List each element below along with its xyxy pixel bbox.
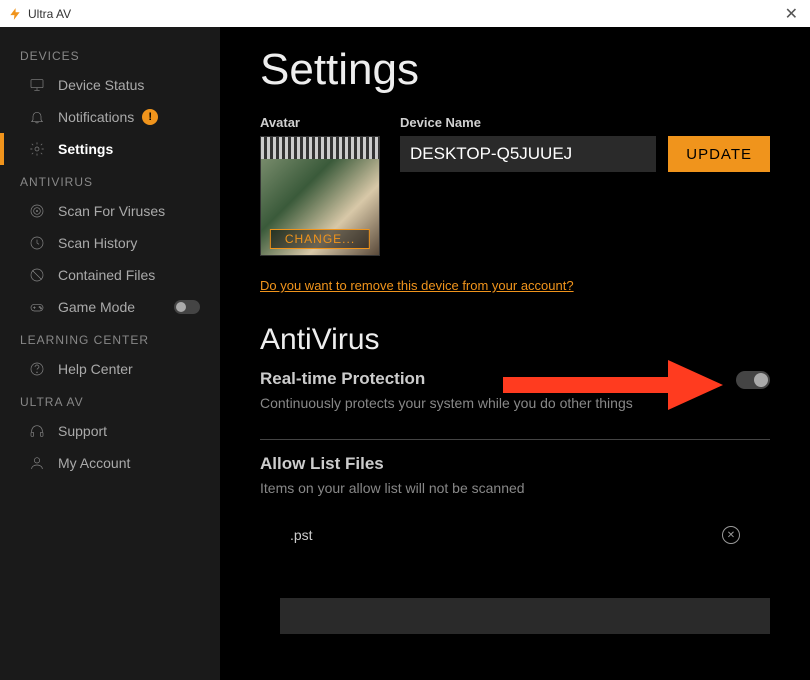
- sidebar-section-label: ANTIVIRUS: [0, 165, 220, 195]
- sidebar-item-device-status[interactable]: Device Status: [0, 69, 220, 101]
- sidebar-item-label: Scan For Viruses: [58, 203, 165, 219]
- device-name-label: Device Name: [400, 115, 770, 130]
- sidebar-item-label: Settings: [58, 141, 113, 157]
- sidebar-item-label: Game Mode: [58, 299, 135, 315]
- app-logo-icon: [8, 7, 22, 21]
- monitor-icon: [28, 76, 46, 94]
- sidebar-section-label: ULTRA AV: [0, 385, 220, 415]
- sidebar-section-label: LEARNING CENTER: [0, 323, 220, 353]
- realtime-toggle[interactable]: [736, 371, 770, 389]
- gamepad-icon: [28, 298, 46, 316]
- sidebar-item-label: Contained Files: [58, 267, 155, 283]
- sidebar: DEVICES Device Status Notifications! Settin…: [0, 27, 220, 680]
- page-title: Settings: [260, 45, 770, 95]
- avatar-column: Avatar CHANGE...: [260, 115, 380, 256]
- user-icon: [28, 454, 46, 472]
- sidebar-item-game-mode[interactable]: Game Mode: [0, 291, 220, 323]
- gear-icon: [28, 140, 46, 158]
- sidebar-item-label: Support: [58, 423, 107, 439]
- antivirus-heading: AntiVirus: [260, 323, 770, 357]
- sidebar-item-label: Scan History: [58, 235, 137, 251]
- allowlist-desc: Items on your allow list will not be sca…: [260, 480, 770, 496]
- sidebar-item-label: Device Status: [58, 77, 144, 93]
- sidebar-item-scan-for-viruses[interactable]: Scan For Viruses: [0, 195, 220, 227]
- remove-allowlist-item-button[interactable]: ✕: [722, 526, 740, 544]
- sidebar-item-label: Notifications: [58, 109, 134, 125]
- window-title: Ultra AV: [28, 7, 781, 21]
- sidebar-item-scan-history[interactable]: Scan History: [0, 227, 220, 259]
- headset-icon: [28, 422, 46, 440]
- sidebar-item-support[interactable]: Support: [0, 415, 220, 447]
- device-name-input[interactable]: [400, 136, 656, 172]
- avatar-image: CHANGE...: [260, 136, 380, 256]
- block-icon: [28, 266, 46, 284]
- help-icon: [28, 360, 46, 378]
- sidebar-item-settings[interactable]: Settings: [0, 133, 220, 165]
- bell-icon: [28, 108, 46, 126]
- allowlist-title: Allow List Files: [260, 454, 770, 474]
- titlebar: Ultra AV ✕: [0, 0, 810, 27]
- sidebar-item-label: My Account: [58, 455, 130, 471]
- alert-badge-icon: !: [142, 109, 158, 125]
- sidebar-section-label: DEVICES: [0, 39, 220, 69]
- sidebar-item-help-center[interactable]: Help Center: [0, 353, 220, 385]
- allowlist-item: .pst ✕: [260, 512, 770, 558]
- change-avatar-button[interactable]: CHANGE...: [270, 229, 370, 249]
- realtime-title: Real-time Protection: [260, 369, 770, 389]
- main-content: Settings Avatar CHANGE... Device Name UP…: [220, 27, 810, 680]
- allowlist-add-input[interactable]: [280, 598, 770, 634]
- sidebar-item-my-account[interactable]: My Account: [0, 447, 220, 479]
- game-mode-toggle[interactable]: [174, 300, 200, 314]
- sidebar-item-contained-files[interactable]: Contained Files: [0, 259, 220, 291]
- realtime-desc: Continuously protects your system while …: [260, 395, 770, 411]
- update-button[interactable]: UPDATE: [668, 136, 770, 172]
- close-button[interactable]: ✕: [781, 4, 802, 24]
- remove-device-link[interactable]: Do you want to remove this device from y…: [260, 278, 574, 293]
- device-name-column: Device Name UPDATE: [400, 115, 770, 256]
- target-icon: [28, 202, 46, 220]
- realtime-protection-block: Real-time Protection Continuously protec…: [260, 369, 770, 440]
- allowlist-item-text: .pst: [290, 527, 313, 543]
- sidebar-item-notifications[interactable]: Notifications!: [0, 101, 220, 133]
- avatar-label: Avatar: [260, 115, 380, 130]
- sidebar-item-label: Help Center: [58, 361, 133, 377]
- history-icon: [28, 234, 46, 252]
- allowlist-block: Allow List Files Items on your allow lis…: [260, 454, 770, 634]
